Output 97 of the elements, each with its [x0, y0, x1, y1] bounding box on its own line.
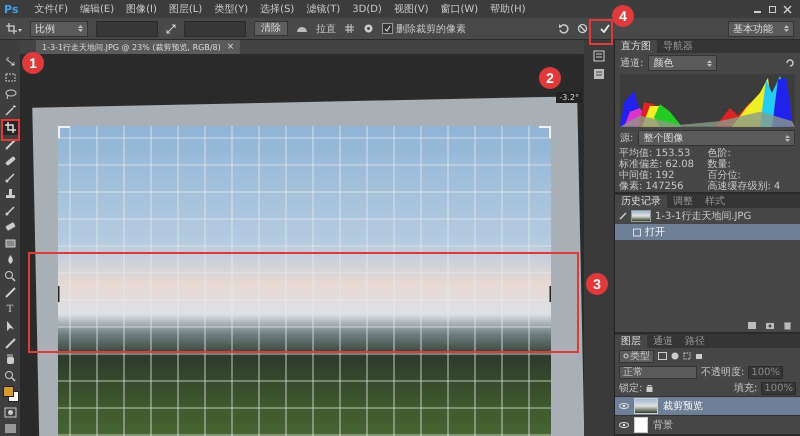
- panel-tab[interactable]: 历史记录: [615, 195, 667, 208]
- stat-value: 192: [655, 170, 674, 181]
- stat-value: 153.53: [655, 148, 690, 159]
- caret-icon: [784, 25, 789, 32]
- settings-icon[interactable]: [363, 23, 374, 34]
- opacity-label: 不透明度:: [701, 366, 744, 379]
- mask-icon[interactable]: [2, 404, 18, 420]
- highlight-frame: [589, 19, 613, 45]
- new-document-icon[interactable]: [747, 321, 757, 330]
- panel-tab[interactable]: 图层: [615, 335, 647, 348]
- menu-item[interactable]: 帮助(H): [490, 2, 526, 16]
- cancel-icon[interactable]: [577, 23, 588, 34]
- camera-icon[interactable]: [765, 321, 775, 330]
- eye-icon[interactable]: [619, 402, 629, 410]
- image-filter-icon[interactable]: [658, 352, 667, 360]
- straighten-label[interactable]: 拉直: [316, 22, 336, 36]
- app-logo: Ps: [4, 2, 18, 16]
- panel-tab[interactable]: 通道: [647, 335, 679, 348]
- ratio-select[interactable]: 比例: [30, 20, 88, 36]
- menu-item[interactable]: 选择(S): [260, 2, 294, 16]
- grid-icon[interactable]: [344, 23, 355, 34]
- stat-label: 标准偏差:: [619, 159, 662, 170]
- fill-field[interactable]: 100%: [761, 382, 796, 394]
- height-field[interactable]: [184, 20, 246, 36]
- menu-item[interactable]: 编辑(E): [80, 2, 114, 16]
- source-select[interactable]: 整个图像: [638, 130, 795, 146]
- zoom-icon[interactable]: [2, 368, 18, 384]
- maximize-icon[interactable]: [768, 4, 777, 14]
- shape-filter-icon[interactable]: [683, 352, 691, 360]
- history-snapshot[interactable]: 1-3-1行走天地间.JPG: [615, 208, 800, 224]
- stat-label: 像素:: [619, 181, 642, 192]
- adjustment-filter-icon[interactable]: [671, 352, 679, 360]
- undo-icon[interactable]: [558, 23, 569, 34]
- close-icon[interactable]: [783, 4, 792, 14]
- menu-item[interactable]: 文件(F): [34, 2, 68, 16]
- document-tab[interactable]: 1-3-1行走天地间.JPG @ 23% (裁剪预览, RGB/8) ×: [36, 40, 240, 54]
- checkbox-label: 删除裁剪的像素: [396, 22, 466, 36]
- lock-icon[interactable]: [646, 384, 654, 392]
- blend-mode-select[interactable]: 正常: [619, 366, 697, 378]
- caret-icon: [785, 134, 790, 142]
- panel-tab[interactable]: 导航器: [657, 40, 699, 54]
- layer-thumbnail: [634, 417, 648, 433]
- source-label: 源:: [620, 132, 634, 145]
- snapshot-thumbnail: [631, 210, 651, 222]
- panel-tab[interactable]: 调整: [667, 195, 699, 208]
- type-tool[interactable]: T: [2, 302, 18, 318]
- layer-row[interactable]: 背景: [615, 415, 800, 434]
- clear-button[interactable]: 清除: [254, 21, 288, 36]
- workspace-select[interactable]: 基本功能: [728, 20, 794, 36]
- checkbox[interactable]: [382, 23, 393, 34]
- screen-mode-icon[interactable]: [2, 421, 18, 436]
- menu-item[interactable]: 图像(I): [126, 2, 157, 16]
- color-swatches[interactable]: [2, 385, 18, 403]
- width-field[interactable]: [96, 20, 158, 36]
- crop-icon[interactable]: [6, 22, 22, 34]
- stat-label: 百分位:: [708, 170, 741, 181]
- menu-item[interactable]: 滤镜(T): [306, 2, 340, 16]
- check-icon: [600, 24, 610, 33]
- caret-icon: [706, 60, 712, 67]
- panel-tab[interactable]: 直方图: [615, 40, 657, 54]
- layer-thumbnail: [634, 398, 658, 414]
- menu-item[interactable]: 类型(Y): [214, 2, 248, 16]
- channel-label: 通道:: [620, 56, 644, 70]
- caret-icon: [78, 25, 83, 32]
- fill-label: 填充:: [734, 382, 758, 395]
- lock-label: 锁定:: [619, 382, 642, 395]
- stat-label: 高速缓存级别:: [708, 181, 771, 192]
- layer-row[interactable]: 裁剪预览: [615, 396, 800, 415]
- eye-icon[interactable]: [619, 421, 629, 429]
- menu-item[interactable]: 图层(L): [168, 2, 202, 16]
- stat-value: 147256: [645, 181, 684, 192]
- menu-item[interactable]: 窗口(W): [440, 2, 478, 16]
- stat-value: 62.08: [665, 159, 694, 170]
- properties-icon[interactable]: [593, 68, 605, 80]
- panel-tab[interactable]: 样式: [699, 195, 731, 208]
- opacity-field[interactable]: 100%: [748, 366, 783, 378]
- check-icon: [384, 25, 391, 32]
- angle-readout: -3.2°: [556, 92, 582, 103]
- stat-label: 数量:: [708, 159, 731, 170]
- filter-select[interactable]: 类型: [619, 350, 654, 362]
- search-icon: [623, 352, 630, 360]
- stat-label: 平均值:: [619, 148, 652, 159]
- panel-tab[interactable]: 路径: [679, 335, 711, 348]
- menu-item[interactable]: 3D(D): [352, 4, 382, 14]
- channel-select[interactable]: 颜色: [648, 55, 717, 72]
- refresh-icon[interactable]: [785, 58, 795, 68]
- stat-label: 中间值:: [619, 170, 652, 181]
- history-item[interactable]: 打开: [615, 224, 800, 240]
- smart-object-filter-icon[interactable]: [695, 352, 703, 360]
- trash-icon[interactable]: [783, 321, 792, 330]
- swap-icon[interactable]: [166, 24, 176, 34]
- document-icon: [633, 228, 641, 236]
- history-icon[interactable]: [593, 50, 605, 62]
- stat-label: 色阶:: [708, 148, 731, 159]
- stat-value: 4: [774, 181, 780, 192]
- highlight-frame: [1, 119, 20, 141]
- menu-item[interactable]: 视图(V): [394, 2, 428, 16]
